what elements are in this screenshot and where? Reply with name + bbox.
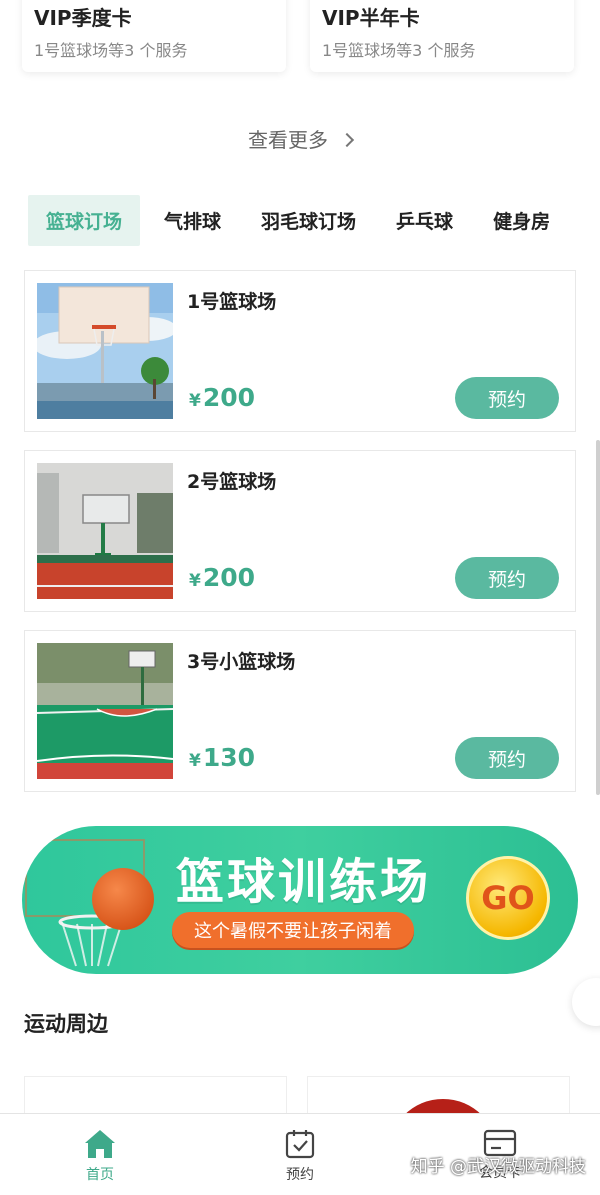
scrollbar[interactable] (596, 440, 600, 795)
promo-banner[interactable]: 篮球训练场 这个暑假不要让孩子闲着 GO (22, 826, 578, 974)
venue-price: ¥200 (189, 383, 255, 412)
venue-photo (37, 463, 173, 599)
nav-label: 预约 (286, 1167, 314, 1183)
venue-price: ¥200 (189, 563, 255, 592)
nav-booking[interactable]: 预约 (200, 1114, 400, 1195)
vip-card-title: VIP季度卡 (34, 6, 132, 30)
tab-air-volleyball[interactable]: 气排球 (164, 207, 221, 234)
price-value: 200 (202, 563, 256, 592)
nav-home[interactable]: 首页 (0, 1114, 200, 1195)
venue-card[interactable]: 1号篮球场 ¥200 预约 (24, 270, 576, 432)
category-tabs: 篮球订场 气排球 羽毛球订场 乒乓球 健身房 (28, 194, 600, 246)
currency-symbol: ¥ (189, 391, 201, 411)
go-button[interactable]: GO (466, 856, 550, 940)
venue-price: ¥130 (189, 743, 255, 772)
venue-name: 2号篮球场 (187, 471, 277, 493)
watermark: 知乎 @武汉微驱动科技 (410, 1157, 586, 1177)
banner-subtitle: 这个暑假不要让孩子闲着 (172, 912, 414, 948)
vip-card-halfyear[interactable]: VIP半年卡 1号篮球场等3 个服务 (310, 0, 574, 72)
back-to-top-icon[interactable] (572, 978, 600, 1026)
view-more-label: 查看更多 (248, 128, 328, 152)
tab-table-tennis[interactable]: 乒乓球 (396, 207, 453, 234)
venue-name: 3号小篮球场 (187, 651, 296, 673)
tab-gym[interactable]: 健身房 (493, 207, 550, 234)
vip-card-subtitle: 1号篮球场等3 个服务 (322, 41, 476, 60)
book-button[interactable]: 预约 (455, 737, 559, 779)
vip-card-quarterly[interactable]: VIP季度卡 1号篮球场等3 个服务 (22, 0, 286, 72)
vip-card-subtitle: 1号篮球场等3 个服务 (34, 41, 188, 60)
venue-photo (37, 643, 173, 779)
venue-card[interactable]: 2号篮球场 ¥200 预约 (24, 450, 576, 612)
basketball-icon (92, 868, 154, 930)
vip-card-title: VIP半年卡 (322, 6, 420, 30)
nav-label: 首页 (86, 1167, 114, 1183)
chevron-right-icon (339, 132, 355, 148)
price-value: 130 (202, 743, 256, 772)
currency-symbol: ¥ (189, 571, 201, 591)
book-button[interactable]: 预约 (455, 377, 559, 419)
venue-name: 1号篮球场 (187, 291, 277, 313)
calendar-check-icon (285, 1130, 315, 1159)
tab-basketball[interactable]: 篮球订场 (28, 194, 141, 246)
book-button[interactable]: 预约 (455, 557, 559, 599)
section-title: 运动周边 (24, 1012, 108, 1036)
vip-card-row: VIP季度卡 1号篮球场等3 个服务 VIP半年卡 1号篮球场等3 个服务 (22, 0, 574, 72)
view-more-link[interactable]: 查看更多 (0, 124, 600, 153)
venue-photo (37, 283, 173, 419)
home-icon (85, 1130, 115, 1158)
currency-symbol: ¥ (189, 751, 201, 771)
price-value: 200 (202, 383, 256, 412)
venue-card[interactable]: 3号小篮球场 ¥130 预约 (24, 630, 576, 792)
bottom-nav: 首页 预约 会员卡 知乎 @武汉微驱动科技 (0, 1113, 600, 1195)
banner-title: 篮球训练场 (176, 854, 432, 910)
tab-badminton[interactable]: 羽毛球订场 (261, 207, 356, 234)
